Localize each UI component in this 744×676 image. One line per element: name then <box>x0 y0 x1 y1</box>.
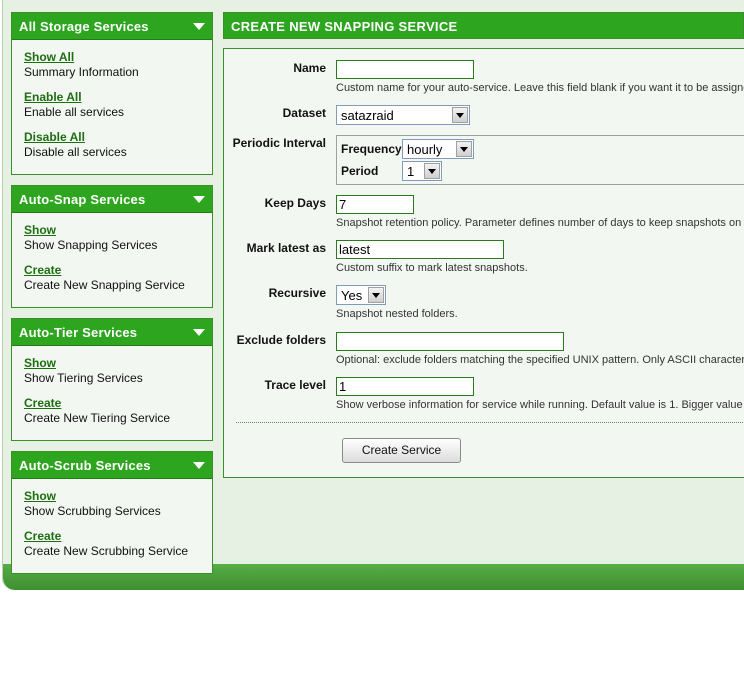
period-value: 1 <box>407 163 415 179</box>
item-description: Show Snapping Services <box>24 238 158 252</box>
create-tiering-link[interactable]: Create <box>24 396 61 411</box>
item-description: Show Scrubbing Services <box>24 504 161 518</box>
name-label: Name <box>293 61 326 75</box>
keep-days-input[interactable] <box>336 195 414 214</box>
exclude-folders-input[interactable] <box>336 332 564 351</box>
frequency-select[interactable]: hourly <box>402 139 474 159</box>
collapse-arrow-icon[interactable] <box>193 196 205 203</box>
sidebar: All Storage Services Show All Summary Inf… <box>11 12 213 584</box>
item-description: Show Tiering Services <box>24 371 143 385</box>
item-description: Disable all services <box>24 145 127 159</box>
item-description: Summary Information <box>24 65 139 79</box>
period-select[interactable]: 1 <box>402 161 442 181</box>
section-header[interactable]: Auto-Snap Services <box>12 186 212 213</box>
section-title: Auto-Tier Services <box>19 325 138 340</box>
dropdown-arrow-icon[interactable] <box>368 287 384 303</box>
collapse-arrow-icon[interactable] <box>193 23 205 30</box>
recursive-value: Yes <box>341 287 363 303</box>
name-input[interactable] <box>336 60 474 79</box>
section-header[interactable]: All Storage Services <box>12 13 212 40</box>
trace-level-input[interactable] <box>336 377 474 396</box>
disable-all-link[interactable]: Disable All <box>24 130 85 145</box>
item-description: Create New Scrubbing Service <box>24 544 189 558</box>
trace-level-hint: Show verbose information for service whi… <box>336 399 743 411</box>
item-description: Create New Tiering Service <box>24 411 171 425</box>
trace-level-label: Trace level <box>264 378 326 392</box>
show-all-link[interactable]: Show All <box>24 50 74 65</box>
keep-days-label: Keep Days <box>264 196 326 210</box>
dataset-value: satazraid <box>341 107 394 123</box>
section-all-storage-services: All Storage Services Show All Summary Inf… <box>11 12 213 175</box>
periodic-interval-group: Frequency hourly Period 1 <box>336 135 744 185</box>
show-tiering-link[interactable]: Show <box>24 356 56 371</box>
page-title: CREATE NEW SNAPPING SERVICE <box>223 12 744 39</box>
dataset-select[interactable]: satazraid <box>336 105 470 125</box>
item-description: Create New Snapping Service <box>24 278 185 292</box>
create-scrubbing-link[interactable]: Create <box>24 529 61 544</box>
periodic-interval-label: Periodic Interval <box>232 136 326 150</box>
exclude-folders-hint: Optional: exclude folders matching the s… <box>336 354 744 366</box>
section-title: All Storage Services <box>19 19 149 34</box>
exclude-folders-label: Exclude folders <box>236 333 326 347</box>
name-hint: Custom name for your auto-service. Leave… <box>336 82 744 94</box>
section-title: Auto-Snap Services <box>19 192 146 207</box>
collapse-arrow-icon[interactable] <box>193 462 205 469</box>
mark-latest-hint: Custom suffix to mark latest snapshots. <box>336 262 528 274</box>
frequency-value: hourly <box>407 141 443 157</box>
keep-days-hint: Snapshot retention policy. Parameter def… <box>336 217 744 229</box>
create-service-button[interactable]: Create Service <box>342 438 461 463</box>
recursive-hint: Snapshot nested folders. <box>336 308 458 320</box>
section-title: Auto-Scrub Services <box>19 458 151 473</box>
dataset-label: Dataset <box>282 106 326 120</box>
section-header[interactable]: Auto-Scrub Services <box>12 452 212 479</box>
dropdown-arrow-icon[interactable] <box>452 107 468 123</box>
frequency-label: Frequency <box>341 142 402 156</box>
create-snapping-link[interactable]: Create <box>24 263 61 278</box>
period-label: Period <box>341 164 379 178</box>
item-description: Enable all services <box>24 105 125 119</box>
collapse-arrow-icon[interactable] <box>193 329 205 336</box>
section-auto-snap-services: Auto-Snap Services Show Show Snapping Ser… <box>11 185 213 308</box>
section-header[interactable]: Auto-Tier Services <box>12 319 212 346</box>
show-scrubbing-link[interactable]: Show <box>24 489 56 504</box>
mark-latest-label: Mark latest as <box>246 241 326 255</box>
section-auto-tier-services: Auto-Tier Services Show Show Tiering Serv… <box>11 318 213 441</box>
section-auto-scrub-services: Auto-Scrub Services Show Show Scrubbing S… <box>11 451 213 574</box>
dropdown-arrow-icon[interactable] <box>424 163 440 179</box>
form-divider <box>236 422 744 423</box>
recursive-label: Recursive <box>268 286 326 300</box>
dropdown-arrow-icon[interactable] <box>456 141 472 157</box>
recursive-select[interactable]: Yes <box>336 285 386 305</box>
mark-latest-input[interactable] <box>336 240 504 259</box>
show-snapping-link[interactable]: Show <box>24 223 56 238</box>
enable-all-link[interactable]: Enable All <box>24 90 82 105</box>
create-service-form: Name Custom name for your auto-service. … <box>223 48 744 478</box>
